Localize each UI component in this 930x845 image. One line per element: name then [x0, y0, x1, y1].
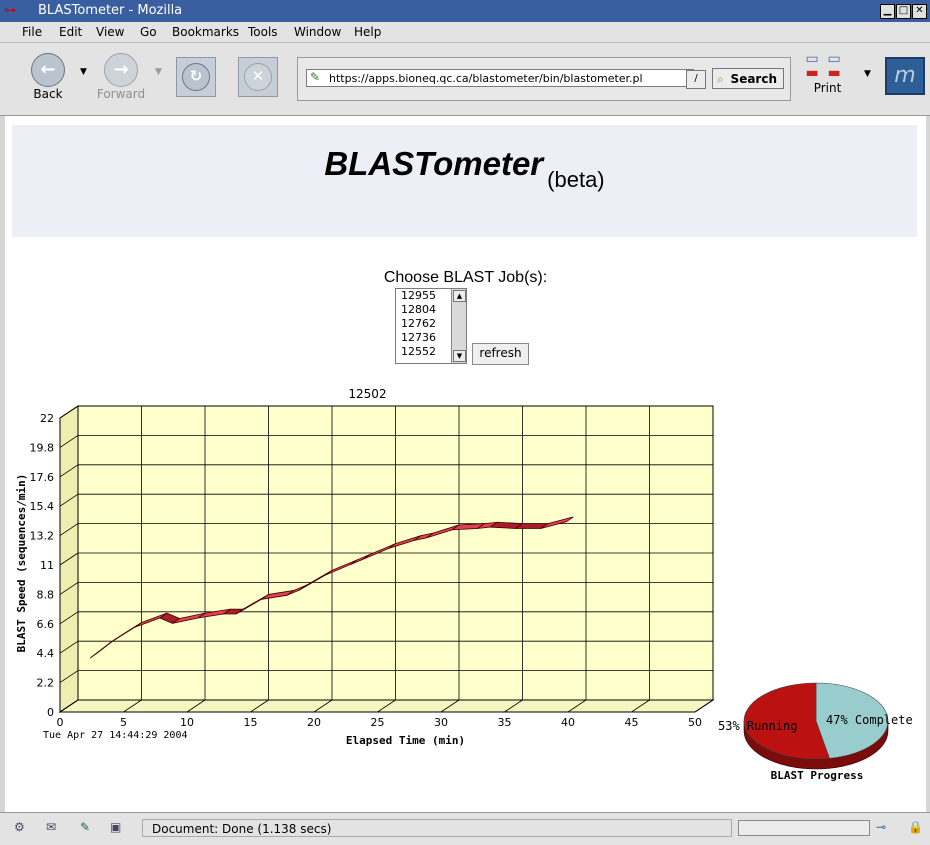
- stop-icon: ✕: [244, 63, 272, 91]
- x-tick-label: 50: [688, 716, 702, 729]
- x-tick-label: 45: [625, 716, 639, 729]
- mail-icon[interactable]: ✉: [46, 820, 56, 834]
- forward-button[interactable]: → Forward: [91, 53, 151, 101]
- back-dropdown-icon[interactable]: ▼: [80, 67, 87, 77]
- url-bar-container: https://apps.bioneq.qc.ca/blastometer/bi…: [297, 57, 791, 101]
- progress-bar: [738, 820, 870, 836]
- x-tick-label: 30: [434, 716, 448, 729]
- addressbook-icon[interactable]: ▣: [110, 820, 121, 834]
- mozilla-logo[interactable]: m: [885, 57, 925, 95]
- pie-title: BLAST Progress: [771, 769, 864, 782]
- stop-button[interactable]: ✕: [238, 57, 278, 97]
- forward-dropdown-icon[interactable]: ▼: [155, 67, 162, 77]
- navigator-icon[interactable]: ⚙: [14, 820, 25, 834]
- y-tick-label: 6.6: [37, 618, 55, 631]
- search-button[interactable]: ⌕ Search: [712, 68, 784, 89]
- y-tick-label: 17.6: [30, 471, 55, 484]
- status-bar: ⚙ ✉ ✎ ▣ Document: Done (1.138 secs) ⊸ 🔒: [0, 812, 930, 845]
- menu-window[interactable]: Window: [294, 25, 341, 39]
- menu-tools[interactable]: Tools: [248, 25, 278, 39]
- search-icon: ⌕: [717, 69, 724, 89]
- menu-view[interactable]: View: [96, 25, 124, 39]
- y-tick-label: 8.8: [37, 588, 55, 601]
- print-dropdown-icon[interactable]: ▼: [864, 69, 871, 79]
- status-text: Document: Done (1.138 secs): [142, 819, 732, 837]
- forward-label: Forward: [91, 87, 151, 101]
- menu-help[interactable]: Help: [354, 25, 381, 39]
- y-tick-label: 13.2: [30, 530, 55, 543]
- x-tick-label: 40: [561, 716, 575, 729]
- y-axis-label: BLAST Speed (sequences/min): [15, 474, 28, 653]
- online-icon[interactable]: ⊸: [876, 820, 886, 834]
- navigation-toolbar: ← Back ▼ → Forward ▼ ↻ ✕ https://apps.bi…: [0, 43, 930, 106]
- minimize-button[interactable]: ▁: [880, 4, 895, 19]
- pie-label-complete: 47% Complete: [826, 713, 913, 727]
- x-tick-label: 10: [180, 716, 194, 729]
- pie-label-running: 53% Running: [718, 719, 797, 733]
- y-tick-label: 0: [47, 706, 54, 719]
- lock-icon[interactable]: 🔒: [908, 820, 923, 834]
- charts-canvas: 0 2.2 4.4 6.6 8.8 11 13.2 15.4 17.6 19.8 22 0 5 10 15 2…: [5, 116, 926, 812]
- printer-icon: ▭ ▭ ▬ ▬: [803, 51, 853, 81]
- menu-edit[interactable]: Edit: [59, 25, 82, 39]
- y-tick-label: 4.4: [37, 647, 55, 660]
- back-button[interactable]: ← Back: [18, 53, 78, 101]
- window-titlebar: ⊶ BLASTometer - Mozilla ▁ □ ✕: [0, 0, 930, 22]
- x-tick-label: 0: [57, 716, 64, 729]
- search-label: Search: [731, 72, 777, 86]
- back-arrow-icon: ←: [31, 53, 65, 87]
- menu-bar: File Edit View Go Bookmarks Tools Window…: [0, 22, 930, 43]
- x-tick-label: 35: [498, 716, 512, 729]
- y-tick-label: 22: [40, 412, 54, 425]
- composer-icon[interactable]: ✎: [80, 820, 90, 834]
- x-tick-label: 15: [244, 716, 258, 729]
- maximize-button[interactable]: □: [896, 4, 911, 19]
- chart-title: 12502: [348, 387, 386, 401]
- menu-bookmarks[interactable]: Bookmarks: [172, 25, 239, 39]
- page-icon: ✎: [310, 70, 320, 84]
- x-tick-label: 20: [307, 716, 321, 729]
- x-tick-label: 25: [371, 716, 385, 729]
- menu-file[interactable]: File: [22, 25, 42, 39]
- url-input[interactable]: https://apps.bioneq.qc.ca/blastometer/bi…: [306, 69, 694, 87]
- close-window-button[interactable]: ✕: [912, 4, 927, 19]
- app-key-icon[interactable]: ⊶: [4, 3, 32, 18]
- y-tick-label: 11: [40, 559, 54, 572]
- back-label: Back: [18, 87, 78, 101]
- reload-icon: ↻: [182, 63, 210, 91]
- url-dropdown-button[interactable]: /: [686, 70, 706, 89]
- menu-go[interactable]: Go: [140, 25, 157, 39]
- y-tick-label: 19.8: [30, 441, 55, 454]
- page-content: BLASTometer(beta) Choose BLAST Job(s): 1…: [5, 116, 926, 812]
- y-tick-label: 2.2: [37, 677, 55, 690]
- x-axis-label: Elapsed Time (min): [346, 734, 465, 747]
- chart-timestamp: Tue Apr 27 14:44:29 2004: [43, 730, 188, 741]
- reload-button[interactable]: ↻: [176, 57, 216, 97]
- print-label: Print: [800, 81, 855, 95]
- y-tick-label: 15.4: [30, 500, 55, 513]
- window-title: BLASTometer - Mozilla: [38, 3, 182, 18]
- x-tick-label: 5: [120, 716, 127, 729]
- forward-arrow-icon: →: [104, 53, 138, 87]
- print-button[interactable]: ▭ ▭ ▬ ▬ Print: [800, 51, 855, 95]
- toolbar-grip[interactable]: [0, 105, 930, 116]
